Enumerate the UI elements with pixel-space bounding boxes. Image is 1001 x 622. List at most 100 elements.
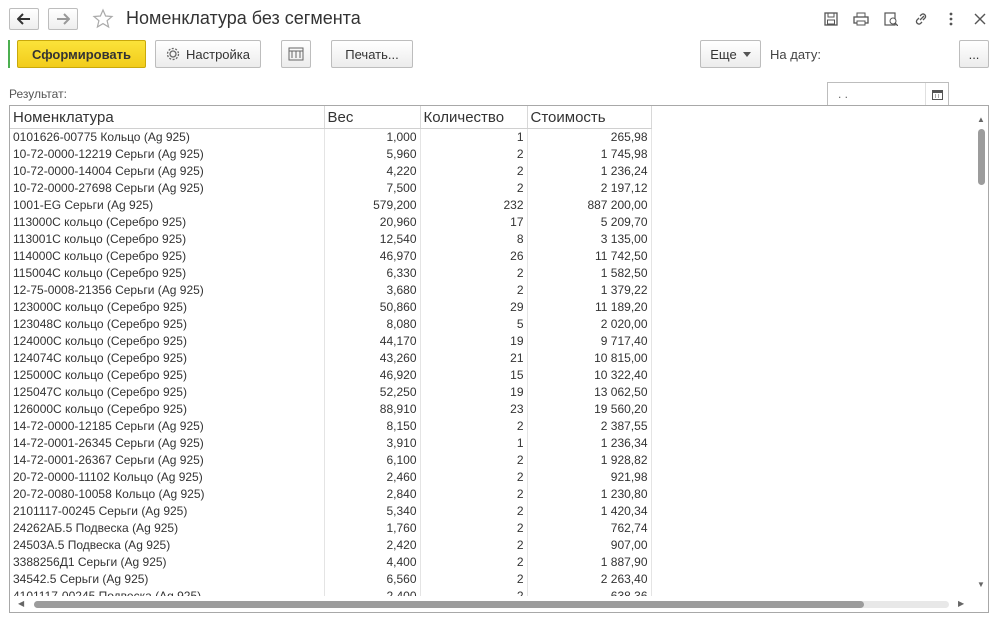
- quantity-cell[interactable]: 2: [420, 146, 528, 163]
- cost-cell[interactable]: 907,00: [527, 537, 652, 554]
- quantity-cell[interactable]: 2: [420, 452, 528, 469]
- weight-cell[interactable]: 44,170: [324, 333, 421, 350]
- weight-cell[interactable]: 50,860: [324, 299, 421, 316]
- back-button[interactable]: [9, 8, 39, 30]
- table-row[interactable]: 20-72-0080-10058 Кольцо (Ag 925) 2,840 2 1 …: [10, 486, 652, 503]
- name-cell[interactable]: 24262АБ.5 Подвеска (Ag 925): [10, 520, 325, 537]
- preview-icon[interactable]: [881, 10, 901, 28]
- date-field[interactable]: . .: [827, 82, 949, 106]
- weight-cell[interactable]: 3,910: [324, 435, 421, 452]
- table-row[interactable]: 113000С кольцо (Серебро 925) 20,960 17 5 20…: [10, 214, 652, 231]
- report-grid[interactable]: Номенклатура Вес Количество Стоимость 01…: [9, 105, 989, 613]
- quantity-cell[interactable]: 21: [420, 350, 528, 367]
- name-cell[interactable]: 12-75-0008-21356 Серьги (Ag 925): [10, 282, 325, 299]
- table-row[interactable]: 12-75-0008-21356 Серьги (Ag 925) 3,680 2 1 …: [10, 282, 652, 299]
- weight-cell[interactable]: 46,920: [324, 367, 421, 384]
- quantity-cell[interactable]: 2: [420, 180, 528, 197]
- name-cell[interactable]: 24503А.5 Подвеска (Ag 925): [10, 537, 325, 554]
- weight-cell[interactable]: 1,000: [324, 128, 421, 146]
- name-cell[interactable]: 123048С кольцо (Серебро 925): [10, 316, 325, 333]
- quantity-cell[interactable]: 15: [420, 367, 528, 384]
- cost-cell[interactable]: 11 189,20: [527, 299, 652, 316]
- table-row[interactable]: 123048С кольцо (Серебро 925) 8,080 5 2 020,…: [10, 316, 652, 333]
- cost-cell[interactable]: 2 020,00: [527, 316, 652, 333]
- quantity-cell[interactable]: 19: [420, 384, 528, 401]
- calendar-button[interactable]: [925, 83, 948, 105]
- weight-cell[interactable]: 52,250: [324, 384, 421, 401]
- weight-cell[interactable]: 46,970: [324, 248, 421, 265]
- name-cell[interactable]: 115004С кольцо (Серебро 925): [10, 265, 325, 282]
- table-row[interactable]: 10-72-0000-12219 Серьги (Ag 925) 5,960 2 1 …: [10, 146, 652, 163]
- name-cell[interactable]: 2101117-00245 Серьги (Ag 925): [10, 503, 325, 520]
- print-icon[interactable]: [851, 10, 871, 28]
- table-row[interactable]: 123000С кольцо (Серебро 925) 50,860 29 11 1…: [10, 299, 652, 316]
- save-icon[interactable]: [821, 10, 841, 28]
- table-row[interactable]: 24503А.5 Подвеска (Ag 925) 2,420 2 907,00: [10, 537, 652, 554]
- table-row[interactable]: 14-72-0001-26367 Серьги (Ag 925) 6,100 2 1 …: [10, 452, 652, 469]
- settings-button[interactable]: Настройка: [155, 40, 261, 68]
- weight-cell[interactable]: 2,840: [324, 486, 421, 503]
- name-cell[interactable]: 126000С кольцо (Серебро 925): [10, 401, 325, 418]
- close-icon[interactable]: [970, 10, 990, 28]
- cost-cell[interactable]: 1 236,34: [527, 435, 652, 452]
- horizontal-scrollbar[interactable]: ◀ ▶: [10, 596, 988, 612]
- name-cell[interactable]: 34542.5 Серьги (Ag 925): [10, 571, 325, 588]
- weight-cell[interactable]: 3,680: [324, 282, 421, 299]
- cost-cell[interactable]: 19 560,20: [527, 401, 652, 418]
- ellipsis-button[interactable]: ...: [959, 40, 989, 68]
- table-row[interactable]: 115004С кольцо (Серебро 925) 6,330 2 1 582,…: [10, 265, 652, 282]
- name-cell[interactable]: 10-72-0000-14004 Серьги (Ag 925): [10, 163, 325, 180]
- table-row[interactable]: 3388256Д1 Серьги (Ag 925) 4,400 2 1 887,90: [10, 554, 652, 571]
- table-row[interactable]: 1001-EG Серьги (Ag 925) 579,200 232 887 200…: [10, 197, 652, 214]
- quantity-cell[interactable]: 19: [420, 333, 528, 350]
- cost-cell[interactable]: 9 717,40: [527, 333, 652, 350]
- quantity-cell[interactable]: 2: [420, 571, 528, 588]
- name-cell[interactable]: 14-72-0000-12185 Серьги (Ag 925): [10, 418, 325, 435]
- table-row[interactable]: 113001С кольцо (Серебро 925) 12,540 8 3 135…: [10, 231, 652, 248]
- weight-cell[interactable]: 2,420: [324, 537, 421, 554]
- quantity-cell[interactable]: 2: [420, 163, 528, 180]
- table-row[interactable]: 124000С кольцо (Серебро 925) 44,170 19 9 71…: [10, 333, 652, 350]
- table-row[interactable]: 124074С кольцо (Серебро 925) 43,260 21 10 8…: [10, 350, 652, 367]
- table-row[interactable]: 125047С кольцо (Серебро 925) 52,250 19 13 0…: [10, 384, 652, 401]
- cost-cell[interactable]: 10 815,00: [527, 350, 652, 367]
- name-cell[interactable]: 125000С кольцо (Серебро 925): [10, 367, 325, 384]
- name-cell[interactable]: 10-72-0000-12219 Серьги (Ag 925): [10, 146, 325, 163]
- vertical-scroll-thumb[interactable]: [978, 129, 985, 185]
- name-cell[interactable]: 125047С кольцо (Серебро 925): [10, 384, 325, 401]
- column-header[interactable]: Количество: [420, 106, 528, 129]
- more-vertical-icon[interactable]: [941, 10, 961, 28]
- column-header[interactable]: Вес: [324, 106, 421, 129]
- quantity-cell[interactable]: 2: [420, 554, 528, 571]
- cost-cell[interactable]: 2 387,55: [527, 418, 652, 435]
- star-icon[interactable]: [92, 8, 114, 30]
- horizontal-scroll-thumb[interactable]: [34, 601, 864, 608]
- quantity-cell[interactable]: 232: [420, 197, 528, 214]
- name-cell[interactable]: 14-72-0001-26367 Серьги (Ag 925): [10, 452, 325, 469]
- cost-cell[interactable]: 265,98: [527, 128, 652, 146]
- quantity-cell[interactable]: 2: [420, 418, 528, 435]
- cost-cell[interactable]: 1 887,90: [527, 554, 652, 571]
- weight-cell[interactable]: 6,560: [324, 571, 421, 588]
- quantity-cell[interactable]: 2: [420, 469, 528, 486]
- name-cell[interactable]: 113000С кольцо (Серебро 925): [10, 214, 325, 231]
- column-header[interactable]: Стоимость: [527, 106, 652, 129]
- cost-cell[interactable]: 1 745,98: [527, 146, 652, 163]
- name-cell[interactable]: 123000С кольцо (Серебро 925): [10, 299, 325, 316]
- table-row[interactable]: 14-72-0000-12185 Серьги (Ag 925) 8,150 2 2 …: [10, 418, 652, 435]
- quantity-cell[interactable]: 2: [420, 503, 528, 520]
- cost-cell[interactable]: 1 420,34: [527, 503, 652, 520]
- generate-button[interactable]: Сформировать: [17, 40, 146, 68]
- weight-cell[interactable]: 5,340: [324, 503, 421, 520]
- quantity-cell[interactable]: 1: [420, 435, 528, 452]
- cost-cell[interactable]: 3 135,00: [527, 231, 652, 248]
- table-row[interactable]: 126000С кольцо (Серебро 925) 88,910 23 19 5…: [10, 401, 652, 418]
- weight-cell[interactable]: 7,500: [324, 180, 421, 197]
- scroll-left-icon[interactable]: ◀: [18, 599, 24, 608]
- quantity-cell[interactable]: 8: [420, 231, 528, 248]
- quantity-cell[interactable]: 2: [420, 486, 528, 503]
- table-row[interactable]: 0101626-00775 Кольцо (Ag 925) 1,000 1 265,9…: [10, 128, 652, 146]
- name-cell[interactable]: 20-72-0000-11102 Кольцо (Ag 925): [10, 469, 325, 486]
- weight-cell[interactable]: 4,220: [324, 163, 421, 180]
- cost-cell[interactable]: 1 928,82: [527, 452, 652, 469]
